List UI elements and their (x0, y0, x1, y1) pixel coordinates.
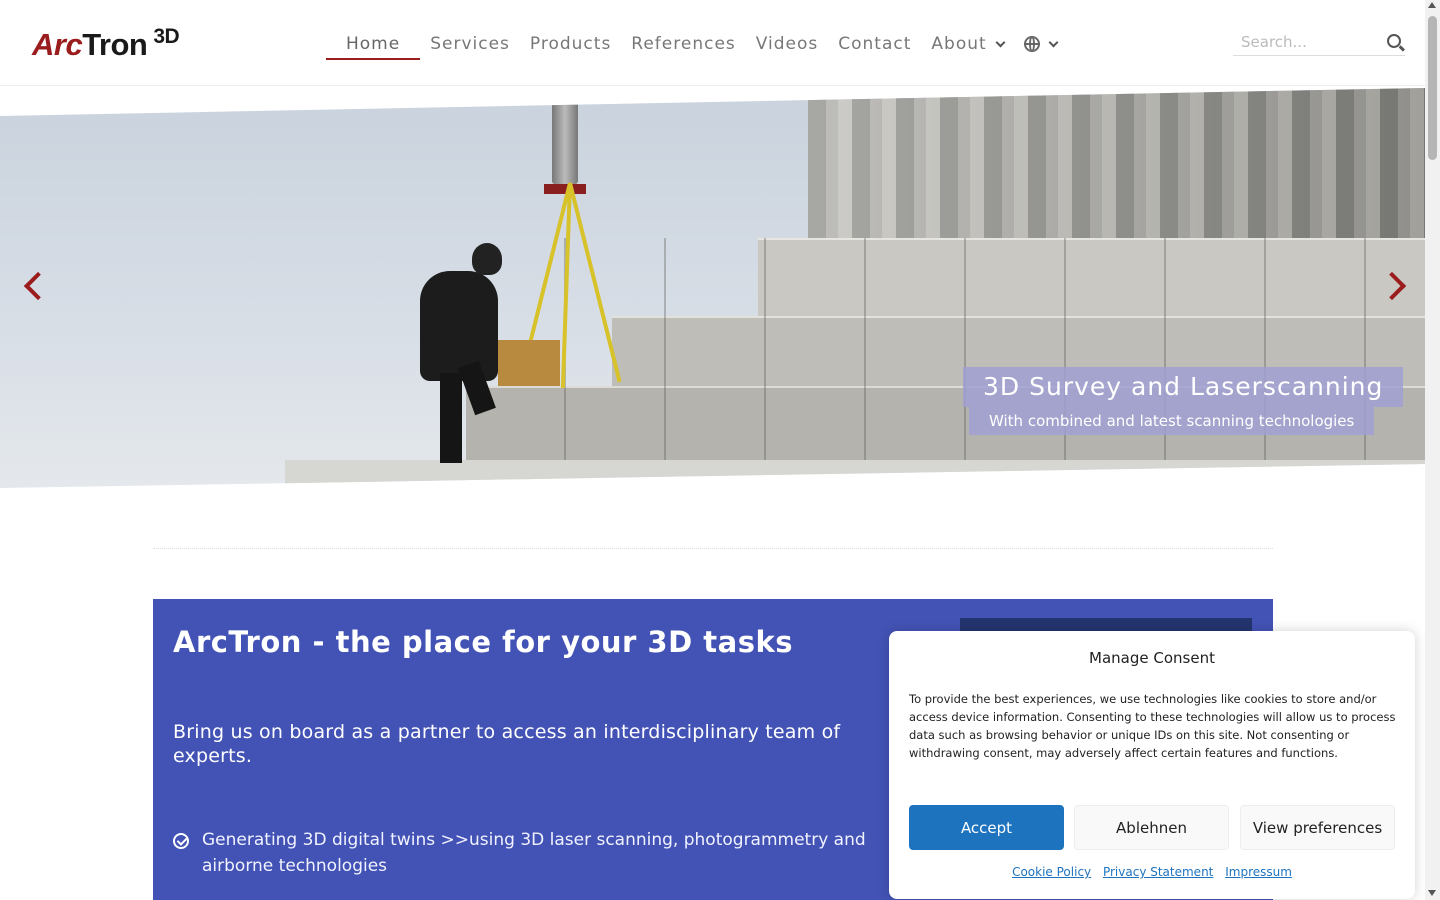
consent-text: To provide the best experiences, we use … (909, 692, 1396, 760)
language-switcher[interactable] (1014, 28, 1067, 60)
slide-caption-title: 3D Survey and Laserscanning (963, 367, 1404, 407)
scroll-thumb[interactable] (1428, 16, 1437, 160)
cookie-policy-link[interactable]: Cookie Policy (1012, 865, 1091, 879)
nav-videos[interactable]: Videos (746, 28, 829, 60)
nav-products[interactable]: Products (520, 28, 621, 60)
nav-about-label: About (931, 34, 987, 54)
nav-services[interactable]: Services (420, 28, 520, 60)
slide-caption-subtitle: With combined and latest scanning techno… (969, 407, 1375, 435)
search-box (1233, 28, 1405, 56)
scroll-down-arrow-icon[interactable] (1428, 890, 1436, 896)
arctron-logo[interactable]: ArcTron 3D (32, 25, 180, 68)
main-nav: Home Services Products References Videos… (326, 28, 1067, 60)
intro-subtitle: Bring us on board as a partner to access… (173, 721, 841, 767)
chevron-down-icon (1048, 37, 1059, 47)
search-icon[interactable] (1387, 34, 1401, 48)
search-input[interactable] (1233, 28, 1373, 56)
section-divider (153, 548, 1273, 549)
hero-slider: 3D Survey and Laserscanning With combine… (0, 88, 1425, 488)
intro-title: ArcTron - the place for your 3D tasks (173, 625, 794, 659)
chevron-down-icon (995, 37, 1006, 47)
nav-about[interactable]: About (921, 28, 1013, 60)
scroll-up-arrow-icon[interactable] (1428, 2, 1436, 8)
accept-button[interactable]: Accept (909, 805, 1064, 850)
consent-links: Cookie Policy Privacy Statement Impressu… (889, 865, 1415, 879)
consent-title: Manage Consent (1089, 649, 1215, 667)
globe-icon (1023, 36, 1040, 52)
feature-bullet: Generating 3D digital twins >>using 3D l… (202, 830, 866, 876)
check-circle-icon (173, 833, 189, 849)
site-header: ArcTron 3D Home Services Products Referen… (0, 0, 1425, 86)
view-preferences-button[interactable]: View preferences (1240, 805, 1395, 850)
deny-button[interactable]: Ablehnen (1074, 805, 1229, 850)
page-scrollbar[interactable] (1425, 0, 1440, 900)
nav-references[interactable]: References (621, 28, 745, 60)
impressum-link[interactable]: Impressum (1225, 865, 1292, 879)
cookie-consent-dialog: Manage Consent To provide the best exper… (889, 631, 1415, 899)
privacy-statement-link[interactable]: Privacy Statement (1103, 865, 1213, 879)
nav-contact[interactable]: Contact (828, 28, 921, 60)
nav-home[interactable]: Home (326, 28, 421, 60)
